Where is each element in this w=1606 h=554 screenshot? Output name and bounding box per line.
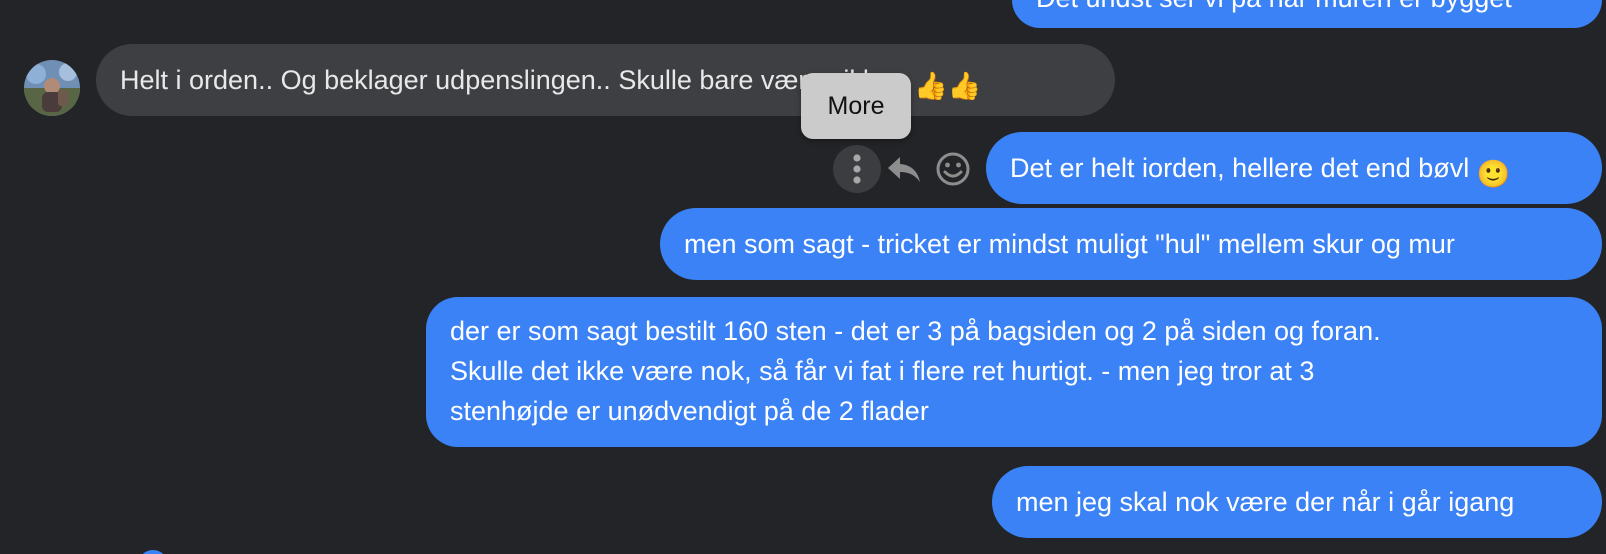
- message-text: men som sagt - tricket er mindst muligt …: [684, 229, 1455, 259]
- read-receipt-avatar: [138, 550, 168, 554]
- message-bubble-outgoing[interactable]: men jeg skal nok være der når i går igan…: [992, 466, 1602, 538]
- tooltip-text: More: [827, 92, 885, 120]
- reply-button[interactable]: [884, 147, 924, 191]
- contact-avatar[interactable]: [24, 60, 80, 116]
- more-vertical-icon: [853, 154, 861, 184]
- smiley-icon: [936, 152, 970, 186]
- message-bubble-outgoing[interactable]: der er som sagt bestilt 160 sten - det e…: [426, 297, 1602, 447]
- reply-icon: [888, 157, 920, 182]
- message-text: Det undst ser vi på når muren er bygget: [1036, 0, 1512, 13]
- message-line: Skulle det ikke være nok, så får vi fat …: [450, 356, 1315, 386]
- message-bubble-outgoing[interactable]: Det er helt iorden, hellere det end bøvl…: [986, 132, 1602, 204]
- message-text: men jeg skal nok være der når i går igan…: [1016, 487, 1515, 517]
- thumbs-up-emoji: 👍👍: [913, 71, 982, 101]
- message-line: stenhøjde er unødvendigt på de 2 flader: [450, 396, 929, 426]
- message-text: Det er helt iorden, hellere det end bøvl: [1010, 153, 1470, 183]
- message-bubble-outgoing[interactable]: Det undst ser vi på når muren er bygget: [1012, 0, 1602, 28]
- message-bubble-incoming[interactable]: Helt i orden.. Og beklager udpenslingen.…: [96, 44, 1115, 116]
- chat-window: Det undst ser vi på når muren er bygget …: [0, 0, 1606, 554]
- message-line: der er som sagt bestilt 160 sten - det e…: [450, 316, 1381, 346]
- more-actions-button[interactable]: [833, 145, 881, 193]
- avatar-image: [24, 60, 80, 116]
- slight-smile-emoji: 🙂: [1476, 159, 1511, 189]
- more-tooltip: More: [801, 73, 911, 139]
- message-bubble-outgoing[interactable]: men som sagt - tricket er mindst muligt …: [660, 208, 1602, 280]
- message-text: Helt i orden.. Og beklager udpenslingen.…: [120, 65, 907, 95]
- react-button[interactable]: [932, 147, 974, 191]
